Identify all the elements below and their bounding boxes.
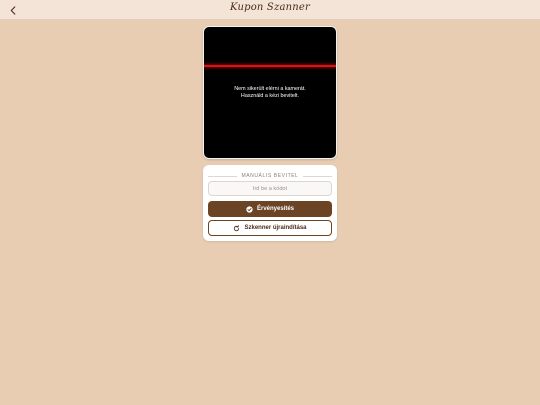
- section-label: MANUÁLIS BEVITEL: [241, 173, 299, 179]
- validate-button[interactable]: Érvényesítés: [208, 201, 332, 217]
- camera-error-line2: Használd a kézi bevitelt.: [240, 93, 300, 99]
- manual-entry-heading: MANUÁLIS BEVITEL: [208, 172, 332, 180]
- code-input[interactable]: [208, 181, 332, 196]
- scan-line: [204, 65, 336, 67]
- check-circle-icon: [246, 205, 253, 213]
- manual-entry-card: MANUÁLIS BEVITEL Érvényesítés Szkenner ú…: [203, 165, 337, 241]
- divider: [208, 175, 238, 177]
- restart-label: Szkenner újraindítása: [244, 225, 307, 231]
- restart-scanner-button[interactable]: Szkenner újraindítása: [208, 220, 332, 236]
- refresh-icon: [233, 224, 240, 232]
- camera-viewport: Nem sikerült elérni a kamerát. Használd …: [203, 26, 337, 159]
- camera-error-line1: Nem sikerült elérni a kamerát.: [234, 86, 306, 92]
- camera-error-message: Nem sikerült elérni a kamerát. Használd …: [204, 86, 336, 100]
- divider: [302, 175, 332, 177]
- page-title: Kupon Szanner: [230, 2, 310, 13]
- validate-label: Érvényesítés: [256, 206, 295, 212]
- app-header: Kupon Szanner: [0, 0, 540, 20]
